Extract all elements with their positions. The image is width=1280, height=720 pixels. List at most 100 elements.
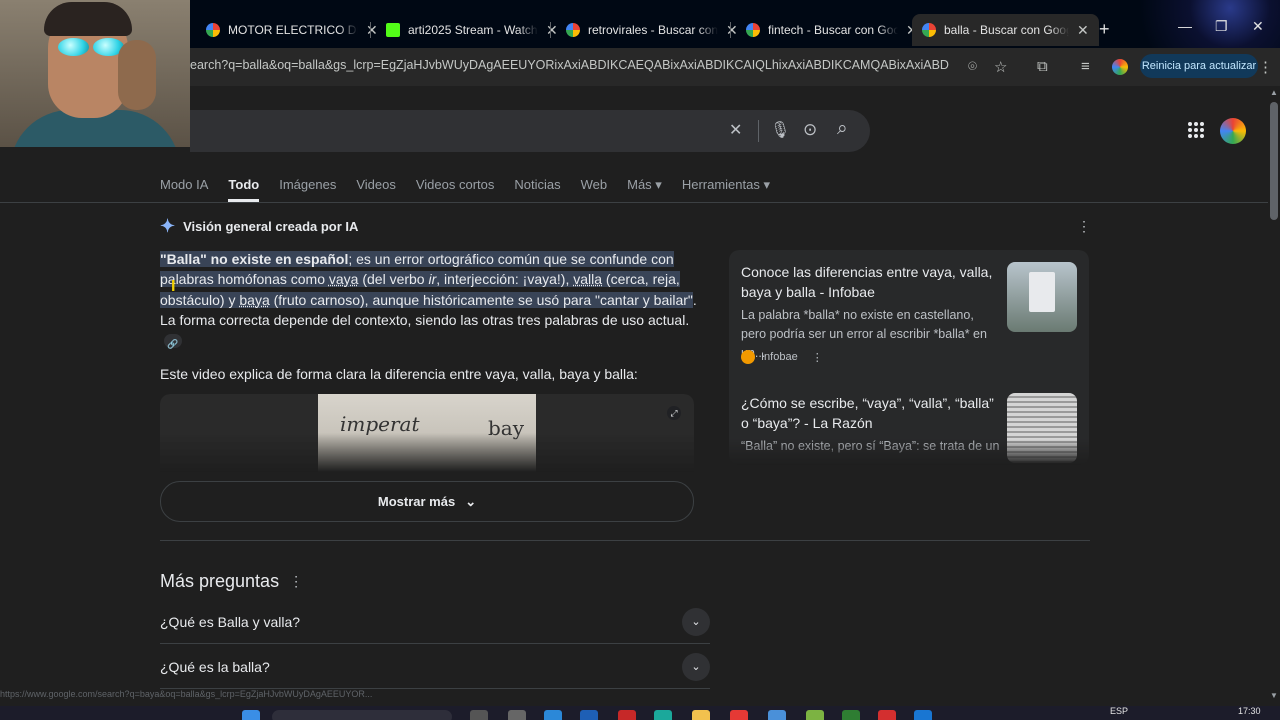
chevron-down-icon: ⌄ xyxy=(682,607,710,636)
source-site-name: Infobae xyxy=(761,351,798,363)
copilot-icon[interactable] xyxy=(544,710,562,720)
tab-separator xyxy=(730,22,731,38)
tab-todo[interactable]: Todo xyxy=(228,177,260,202)
more-options-icon[interactable]: ⋮ xyxy=(289,573,303,590)
video-preview[interactable]: imperat bay xyxy=(160,394,694,472)
new-tab-button[interactable]: + xyxy=(1099,19,1110,40)
tab-fintech[interactable]: fintech - Buscar con Googl ✕ xyxy=(736,14,928,46)
app-icon[interactable] xyxy=(768,710,786,720)
browser-menu-icon[interactable]: ⋮ xyxy=(1258,58,1273,76)
google-apps-icon[interactable] xyxy=(1188,122,1204,138)
search-input[interactable] xyxy=(190,110,870,152)
tab-title: balla - Buscar con Google xyxy=(944,23,1069,37)
answer-text: , interjección: ¡vaya!), xyxy=(436,271,574,288)
expand-icon[interactable]: ⤢ xyxy=(667,406,681,420)
source-title[interactable]: Conoce las diferencias entre vaya, valla… xyxy=(741,262,1001,302)
browser-toolbar: earch?q=balla&oq=balla&gs_lcrp=EgZjaHJvb… xyxy=(0,48,1280,86)
question-item[interactable]: ¿Qué es la balla? ⌄ xyxy=(160,645,710,689)
tab-herramientas[interactable]: Herramientas ▾ xyxy=(682,177,770,201)
ai-overview-paragraph: "Balla" no existe en español; es un erro… xyxy=(160,249,700,350)
question-item[interactable]: ¿Qué es Balla y valla? ⌄ xyxy=(160,600,710,644)
video-text: imperat xyxy=(340,412,420,436)
profile-icon[interactable] xyxy=(1112,59,1128,75)
term-baya[interactable]: baya xyxy=(239,292,269,308)
tab-mas[interactable]: Más ▾ xyxy=(627,177,662,201)
chevron-down-icon: ⌄ xyxy=(465,493,477,509)
more-options-icon[interactable]: ⋮ xyxy=(812,351,823,364)
scroll-up-icon[interactable]: ▲ xyxy=(1270,88,1278,97)
source-thumbnail[interactable] xyxy=(1007,262,1077,332)
ai-overview-title: Visión general creada por IA xyxy=(183,219,359,234)
edge-icon[interactable] xyxy=(654,710,672,720)
tab-separator xyxy=(550,22,551,38)
app-icon[interactable] xyxy=(878,710,896,720)
video-intro-text: Este video explica de forma clara la dif… xyxy=(160,366,638,382)
lens-icon[interactable]: ⊙ xyxy=(803,120,817,140)
taskbar-search[interactable] xyxy=(272,710,452,720)
tab-title: MOTOR ELECTRICO DE BIC xyxy=(228,23,358,37)
windows-start-icon[interactable] xyxy=(242,710,260,720)
source-site[interactable]: Infobae ⋮ xyxy=(741,350,823,364)
chrome-icon[interactable] xyxy=(806,710,824,720)
app-icon[interactable] xyxy=(580,710,598,720)
app-icon[interactable] xyxy=(508,710,526,720)
bookmark-star-icon[interactable]: ☆ xyxy=(994,58,1007,76)
answer-text: (del verbo xyxy=(358,271,429,288)
search-icon[interactable]: ⌕ xyxy=(837,118,848,140)
search-nav-tabs: Modo IA Todo Imágenes Videos Videos cort… xyxy=(160,177,770,202)
term-valla[interactable]: valla xyxy=(573,271,602,287)
clear-search-icon[interactable]: ✕ xyxy=(729,120,742,140)
webcam-hand xyxy=(118,40,156,110)
maximize-button[interactable]: ❐ xyxy=(1215,18,1228,35)
source-thumbnail[interactable] xyxy=(1007,393,1077,463)
more-questions-title: Más preguntas xyxy=(160,571,280,591)
task-view-icon[interactable] xyxy=(470,710,488,720)
location-icon[interactable]: ⌾ xyxy=(968,58,977,75)
app-icon[interactable] xyxy=(730,710,748,720)
minimize-button[interactable]: — xyxy=(1178,18,1192,34)
google-icon xyxy=(746,23,760,37)
tab-motor-electrico[interactable]: MOTOR ELECTRICO DE BIC ✕ xyxy=(196,14,388,46)
tab-videos[interactable]: Videos xyxy=(356,177,396,201)
answer-bold: "Balla" no existe en español xyxy=(160,251,349,267)
tab-balla[interactable]: balla - Buscar con Google ✕ xyxy=(912,14,1099,46)
microphone-icon[interactable]: 🎙 xyxy=(770,120,790,140)
status-bar-url: https://www.google.com/search?q=baya&oq=… xyxy=(0,689,373,699)
tab-videos-cortos[interactable]: Videos cortos xyxy=(416,177,495,201)
tab-imagenes[interactable]: Imágenes xyxy=(279,177,336,201)
source-title[interactable]: ¿Cómo se escribe, “vaya”, “valla”, “ball… xyxy=(741,393,1001,433)
kick-icon xyxy=(386,23,400,37)
text-cursor-icon: I xyxy=(171,278,176,295)
address-bar[interactable]: earch?q=balla&oq=balla&gs_lcrp=EgZjaHJvb… xyxy=(190,58,950,72)
show-more-label: Mostrar más xyxy=(377,494,456,509)
extensions-icon[interactable]: ⧉ xyxy=(1037,58,1048,75)
media-control-icon[interactable]: ≡ xyxy=(1081,58,1090,75)
tab-noticias[interactable]: Noticias xyxy=(514,177,560,201)
tab-arti2025[interactable]: arti2025 Stream - Watch Li ✕ xyxy=(376,14,568,46)
clock[interactable]: 17:30 xyxy=(1238,706,1261,716)
app-icon[interactable] xyxy=(618,710,636,720)
scrollbar-thumb[interactable] xyxy=(1270,102,1278,220)
sparkle-icon: ✦ xyxy=(160,216,176,236)
link-icon[interactable]: 🔗 xyxy=(164,334,182,349)
question-text: ¿Qué es la balla? xyxy=(160,658,270,675)
tab-retrovirales[interactable]: retrovirales - Buscar con G ✕ xyxy=(556,14,748,46)
tab-title: fintech - Buscar con Googl xyxy=(768,23,898,37)
app-icon[interactable] xyxy=(914,710,932,720)
update-button[interactable]: Reinicia para actualizar xyxy=(1140,54,1258,78)
tab-web[interactable]: Web xyxy=(581,177,608,201)
scroll-down-icon[interactable]: ▼ xyxy=(1270,691,1278,700)
section-divider xyxy=(160,540,1090,541)
close-tab-icon[interactable]: ✕ xyxy=(1077,22,1089,39)
term-vaya[interactable]: vaya xyxy=(329,271,359,287)
more-options-icon[interactable]: ⋮ xyxy=(1077,218,1091,235)
app-icon[interactable] xyxy=(842,710,860,720)
file-explorer-icon[interactable] xyxy=(692,710,710,720)
show-more-button[interactable]: Mostrar más ⌄ xyxy=(160,481,694,522)
tab-separator xyxy=(370,22,371,38)
close-window-button[interactable]: ✕ xyxy=(1252,18,1264,35)
language-indicator[interactable]: ESP xyxy=(1110,706,1128,716)
avatar[interactable] xyxy=(1220,118,1246,144)
tab-modo-ia[interactable]: Modo IA xyxy=(160,177,208,201)
chevron-down-icon: ⌄ xyxy=(682,652,710,681)
